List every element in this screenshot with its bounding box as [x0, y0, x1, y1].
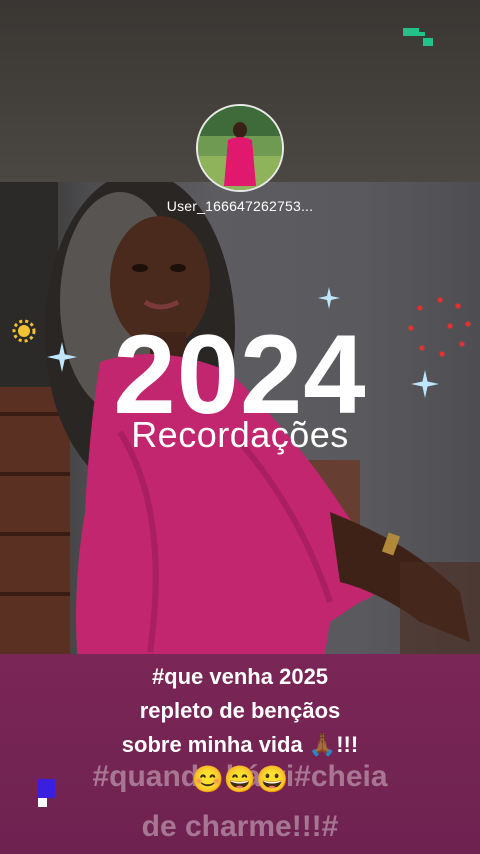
sparkle-icon [411, 370, 439, 398]
sparkle-icon [318, 287, 340, 309]
story-caption: #que venha 2025 repleto de bençãos sobre… [0, 660, 480, 796]
caption-line: sobre minha vida 🙏🏾!!! [121, 732, 359, 757]
sparkle-icon [47, 342, 77, 372]
story-screen: User_166647262753... 2024 Recordações #q… [0, 0, 480, 854]
story-subtitle: Recordações [131, 414, 349, 455]
profile-avatar[interactable] [196, 104, 284, 192]
caption-emoji-line: 😊😄😀 [191, 764, 289, 794]
overlay-text-line2: de charme!!!# [141, 810, 339, 843]
caption-line: repleto de bençãos [139, 698, 341, 723]
corner-square-icon [38, 798, 47, 807]
username-label[interactable]: User_166647262753... [0, 198, 480, 214]
corner-square-icon [38, 779, 55, 798]
sun-sticker-icon [12, 319, 36, 343]
avatar-image [198, 106, 282, 190]
dots-ring-icon [408, 297, 471, 357]
caption-line: #que venha 2025 [151, 664, 329, 689]
signal-icon [403, 28, 433, 48]
